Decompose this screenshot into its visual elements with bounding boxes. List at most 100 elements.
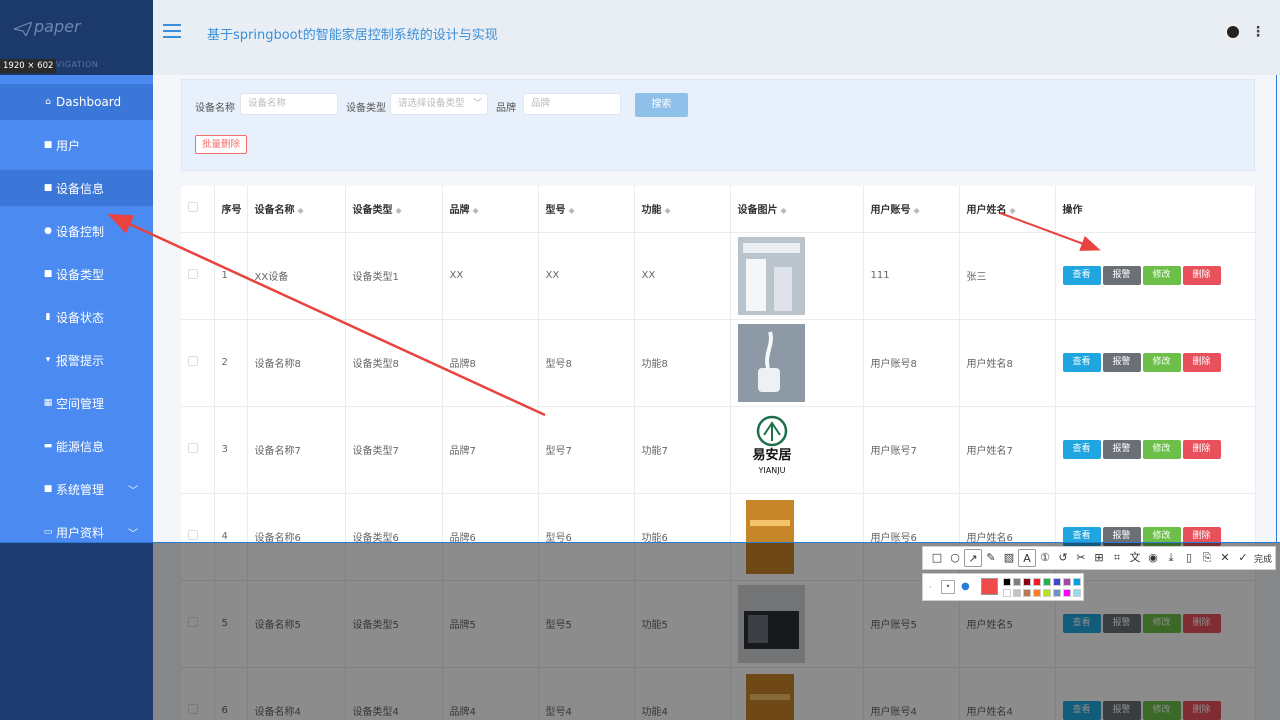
sidebar-item-device-info[interactable]: ■ 设备信息	[0, 170, 176, 206]
pin-icon[interactable]: ⊞	[1090, 549, 1108, 567]
edit-button[interactable]: 修改	[1142, 440, 1181, 459]
sidebar-item-dashboard[interactable]: ⌂ Dashboard	[0, 84, 176, 120]
row-device-type: 设备类型8	[345, 319, 443, 407]
color-swatch[interactable]	[1013, 578, 1021, 586]
color-swatch[interactable]	[1043, 589, 1051, 597]
search-button[interactable]: 搜索	[635, 93, 688, 117]
table-row: 3 设备名称7 设备类型7 品牌7 型号7 功能7 易安居 YIANJU 用户账号7 用户姓名7 查…	[181, 406, 1256, 494]
color-swatch[interactable]	[1073, 589, 1081, 597]
sort-icon: ◆	[664, 206, 671, 216]
table-header-row: 序号 设备名称 ◆ 设备类型 ◆ 品牌 ◆ 型号 ◆ 功能 ◆ 设备图片 ◆ 用户账号 ◆ 用…	[181, 186, 1256, 233]
row-actions: 查看 报警 修改 删除	[1055, 406, 1256, 494]
row-device-image	[730, 232, 864, 320]
save-icon[interactable]: ⤓	[1162, 549, 1180, 567]
color-swatch[interactable]	[1053, 578, 1061, 586]
sidebar-item-system[interactable]: ■ 系统管理 ﹀	[0, 471, 153, 507]
device-type-label: 设备类型	[346, 103, 386, 114]
brand-input[interactable]: 品牌	[523, 93, 621, 115]
row-account: 用户账号7	[863, 406, 960, 494]
alarm-button[interactable]: 报警	[1102, 440, 1141, 459]
view-button[interactable]: 查看	[1062, 440, 1101, 459]
row-brand: 品牌7	[442, 406, 539, 494]
rect-icon[interactable]: □	[928, 549, 946, 567]
delete-button[interactable]: 删除	[1182, 353, 1221, 372]
header-brand[interactable]: 品牌 ◆	[442, 186, 539, 233]
avatar[interactable]	[1224, 23, 1242, 41]
sort-icon: ◆	[780, 206, 787, 216]
number-icon[interactable]: ①	[1036, 549, 1054, 567]
delete-button[interactable]: 删除	[1182, 266, 1221, 285]
bookmark-icon[interactable]: ⎘	[1198, 549, 1216, 567]
medium-dot-icon[interactable]: •	[941, 580, 955, 594]
color-swatch[interactable]	[1003, 589, 1011, 597]
color-swatch[interactable]	[1023, 578, 1031, 586]
close-icon[interactable]: ✕	[1216, 549, 1234, 567]
color-swatch[interactable]	[1023, 589, 1031, 597]
ellipse-icon[interactable]: ○	[946, 549, 964, 567]
pen-icon[interactable]: ✎	[982, 549, 1000, 567]
arrow-icon[interactable]: ↗	[964, 549, 982, 567]
sidebar-item-device-type[interactable]: ■ 设备类型	[0, 256, 153, 292]
color-swatch[interactable]	[1073, 578, 1081, 586]
color-swatch[interactable]	[1053, 589, 1061, 597]
batch-delete-button[interactable]: 批量删除	[195, 135, 248, 154]
color-swatch[interactable]	[1033, 578, 1041, 586]
row-checkbox[interactable]	[181, 406, 215, 494]
sidebar-item-device-control[interactable]: ● 设备控制	[0, 213, 153, 249]
large-dot-icon[interactable]: ●	[961, 581, 970, 592]
row-checkbox[interactable]	[181, 319, 215, 407]
device-type-select[interactable]: 请选择设备类型 ﹀	[390, 93, 488, 115]
color-swatch[interactable]	[1003, 578, 1011, 586]
row-user-name: 用户姓名7	[959, 406, 1056, 494]
small-dot-icon[interactable]: ·	[929, 583, 932, 592]
logo-area: paper NAVIGATION 1920 × 602	[0, 0, 153, 75]
header-user-name[interactable]: 用户姓名 ◆	[959, 186, 1056, 233]
row-checkbox[interactable]	[181, 232, 215, 320]
view-button[interactable]: 查看	[1062, 266, 1101, 285]
delete-button[interactable]: 删除	[1182, 440, 1221, 459]
app-title: 基于springboot的智能家居控制系统的设计与实现	[207, 28, 498, 43]
sidebar-item-users[interactable]: ■ 用户	[0, 127, 153, 163]
text-icon[interactable]: A	[1018, 549, 1036, 567]
header-device-type[interactable]: 设备类型 ◆	[345, 186, 443, 233]
menu-toggle-icon[interactable]	[163, 24, 181, 38]
ocr-icon[interactable]: ⌗	[1108, 549, 1126, 567]
edit-button[interactable]: 修改	[1142, 266, 1181, 285]
view-button[interactable]: 查看	[1062, 353, 1101, 372]
mosaic-icon[interactable]: ▧	[1000, 549, 1018, 567]
sidebar-item-device-status[interactable]: ▮ 设备状态	[0, 299, 153, 335]
row-brand: XX	[442, 232, 539, 320]
color-swatch[interactable]	[1013, 589, 1021, 597]
sidebar-item-alarm[interactable]: ▾ 报警提示	[0, 342, 153, 378]
cut-icon[interactable]: ✂	[1072, 549, 1090, 567]
translate-icon[interactable]: 文	[1126, 549, 1144, 567]
row-no: 2	[214, 319, 248, 407]
long-shot-icon[interactable]: ▯	[1180, 549, 1198, 567]
header-account[interactable]: 用户账号 ◆	[863, 186, 960, 233]
more-vertical-icon[interactable]: ⋮	[1251, 24, 1265, 40]
header-model[interactable]: 型号 ◆	[538, 186, 635, 233]
row-device-name: XX设备	[247, 232, 346, 320]
paper-plane-icon	[14, 22, 32, 36]
color-swatch[interactable]	[1033, 589, 1041, 597]
brand-logo-yianju: 易安居 YIANJU	[737, 410, 805, 489]
header-device-name[interactable]: 设备名称 ◆	[247, 186, 346, 233]
header-device-image[interactable]: 设备图片 ◆	[730, 186, 864, 233]
edit-button[interactable]: 修改	[1142, 353, 1181, 372]
select-all-checkbox[interactable]	[181, 186, 215, 233]
record-icon[interactable]: ◉	[1144, 549, 1162, 567]
selected-color-swatch[interactable]	[981, 578, 998, 595]
undo-icon[interactable]: ↺	[1054, 549, 1072, 567]
color-swatch[interactable]	[1063, 589, 1071, 597]
alarm-button[interactable]: 报警	[1102, 353, 1141, 372]
alarm-button[interactable]: 报警	[1102, 266, 1141, 285]
check-icon[interactable]: ✓	[1234, 549, 1252, 567]
sidebar-item-space[interactable]: ▦ 空间管理	[0, 385, 153, 421]
color-swatch[interactable]	[1043, 578, 1051, 586]
sidebar-item-energy[interactable]: ▬ 能源信息	[0, 428, 153, 464]
header-function[interactable]: 功能 ◆	[634, 186, 731, 233]
grid-icon: ■	[43, 269, 53, 279]
device-name-input[interactable]: 设备名称	[240, 93, 338, 115]
color-swatch[interactable]	[1063, 578, 1071, 586]
done-label[interactable]: 完成	[1254, 552, 1272, 565]
